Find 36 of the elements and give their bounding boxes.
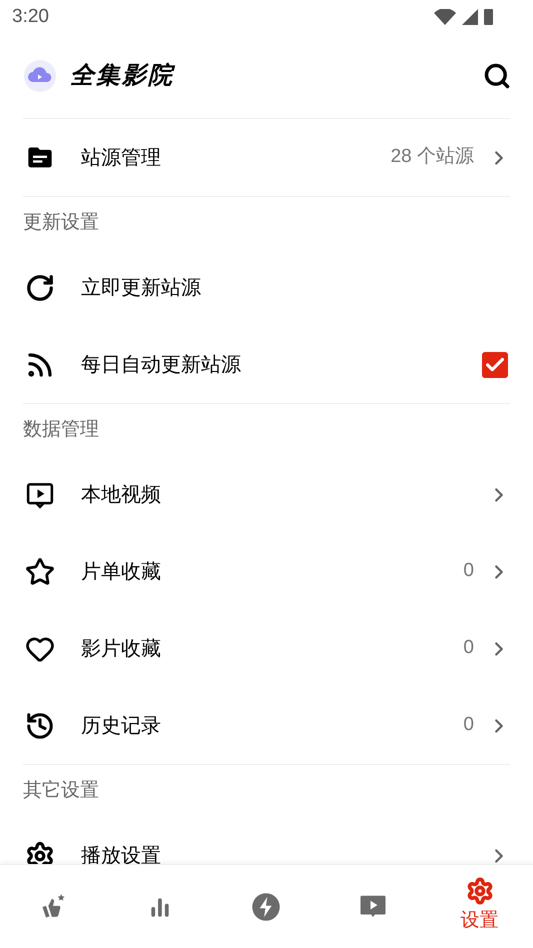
settings-row[interactable]: 立即更新站源 [23,249,510,326]
row-label: 影片收藏 [81,636,162,662]
section-header: 其它设置 [23,778,99,803]
settings-row[interactable]: 历史记录 0 [23,687,510,764]
settings-icon [466,877,494,906]
row-label: 每日自动更新站源 [81,352,242,378]
settings-row[interactable]: 片单收藏 0 [23,533,510,610]
section-header: 数据管理 [23,418,99,442]
nav-tab[interactable]: 设置 [426,865,533,948]
row-label: 片单收藏 [81,560,162,584]
row-value: 0 [463,636,474,660]
row-label: 历史记录 [81,714,162,738]
settings-icon [25,840,55,864]
signal-icon [462,9,478,25]
row-label: 立即更新站源 [81,276,202,300]
settings-row[interactable]: 站源管理 28 个站源 [23,119,510,196]
row-value: 0 [463,559,474,584]
wifi-icon [434,9,456,25]
star-icon [25,556,55,586]
row-value: 0 [463,713,474,738]
cloud-logo-icon [24,60,56,92]
checkbox[interactable] [482,352,508,378]
status-time: 3:20 [12,4,49,29]
row-label: 站源管理 [81,146,162,170]
section-header: 更新设置 [23,210,99,235]
search-icon[interactable] [483,62,511,90]
settings-row[interactable]: 每日自动更新站源 [23,326,510,403]
row-label: 本地视频 [81,482,162,508]
settings-row[interactable]: 影片收藏 0 [23,610,510,687]
settings-row[interactable]: 本地视频 [23,456,510,533]
refresh-icon [25,272,55,302]
lightning-icon [251,892,282,922]
battery-icon [484,9,493,25]
history-icon [25,710,55,740]
app-title: 全集影院 [70,61,174,91]
row-value: 28 个站源 [390,145,474,170]
